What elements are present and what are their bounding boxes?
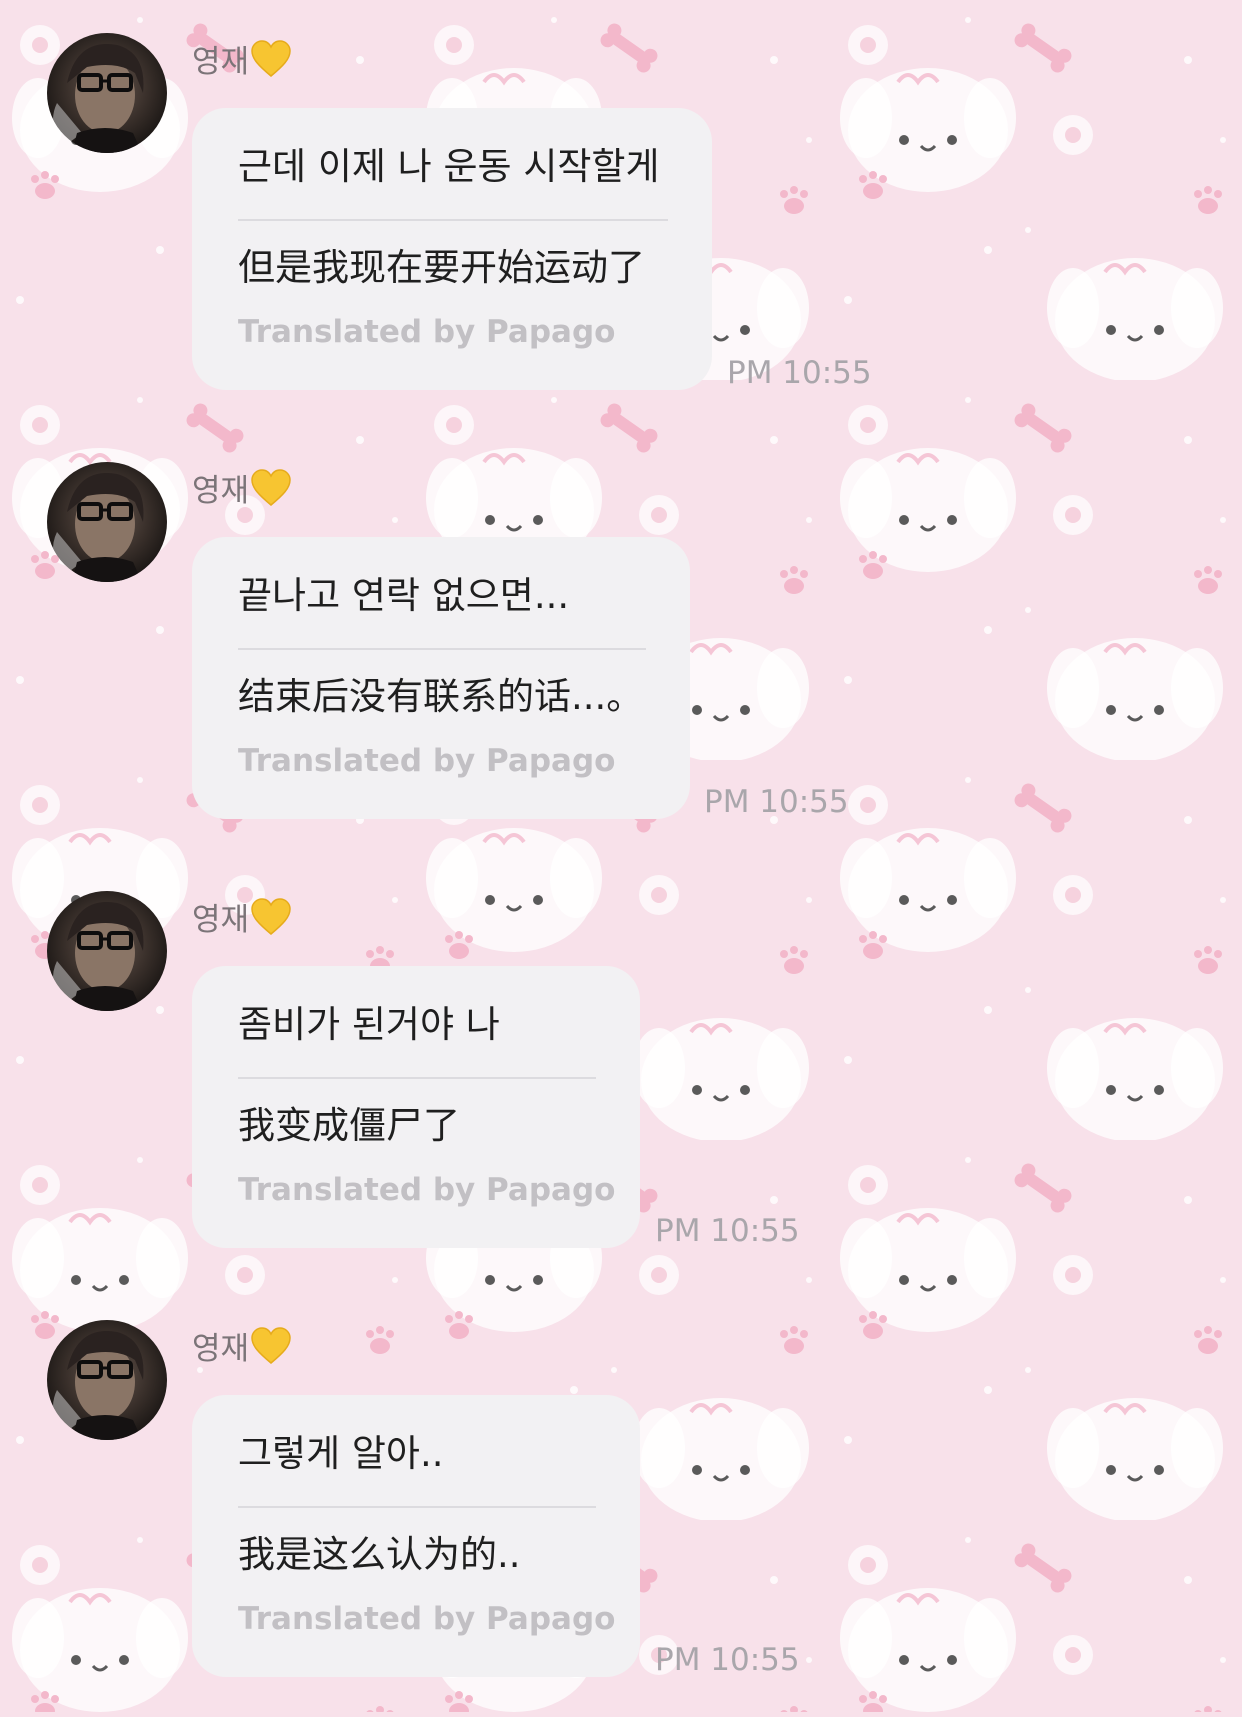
- avatar-photo: [53, 44, 144, 153]
- message-timestamp: PM 10:55: [704, 784, 849, 820]
- translation-divider: [238, 1506, 596, 1508]
- sender-name-text: 영재: [192, 44, 250, 80]
- message-bubble[interactable]: 근데 이제 나 운동 시작할게 但是我现在要开始运动了 Translated b…: [192, 108, 712, 390]
- translation-credit: Translated by Papago: [238, 1172, 616, 1208]
- sender-name-text: 영재: [192, 473, 250, 509]
- message-timestamp: PM 10:55: [727, 355, 872, 391]
- message-timestamp: PM 10:55: [655, 1642, 800, 1678]
- chat-message[interactable]: 영재 그렇게 알아.. 我是这么认为的.. Translated by Papa…: [0, 1287, 1242, 1717]
- avatar[interactable]: [47, 891, 167, 1011]
- avatar[interactable]: [47, 33, 167, 153]
- message-text: 끝나고 연락 없으면...: [238, 574, 570, 617]
- translation-divider: [238, 219, 668, 221]
- translation-divider: [238, 648, 646, 650]
- translation-divider: [238, 1077, 596, 1079]
- sender-name: 영재: [192, 40, 291, 82]
- chat-message[interactable]: 영재 근데 이제 나 운동 시작할게 但是我现在要开始运动了 Translate…: [0, 0, 1242, 430]
- yellow-heart-icon: [251, 469, 291, 506]
- message-bubble[interactable]: 끝나고 연락 없으면... 结束后没有联系的话...。 Translated b…: [192, 537, 690, 819]
- translated-text: 我变成僵尸了: [238, 1104, 460, 1147]
- translation-credit: Translated by Papago: [238, 314, 616, 350]
- sender-name: 영재: [192, 469, 291, 511]
- message-bubble[interactable]: 좀비가 된거야 나 我变成僵尸了 Translated by Papago: [192, 966, 640, 1248]
- sender-name-text: 영재: [192, 1331, 250, 1367]
- avatar-photo: [53, 902, 144, 1011]
- message-text: 그렇게 알아..: [238, 1432, 444, 1475]
- translated-text: 结束后没有联系的话...。: [238, 675, 644, 718]
- sender-name: 영재: [192, 1327, 291, 1369]
- translation-credit: Translated by Papago: [238, 743, 616, 779]
- avatar[interactable]: [47, 462, 167, 582]
- message-timestamp: PM 10:55: [655, 1213, 800, 1249]
- chat-message[interactable]: 영재 좀비가 된거야 나 我变成僵尸了 Translated by Papago…: [0, 858, 1242, 1288]
- message-text: 근데 이제 나 운동 시작할게: [238, 145, 660, 188]
- translated-text: 但是我现在要开始运动了: [238, 246, 645, 289]
- avatar-photo: [53, 473, 144, 582]
- message-text: 좀비가 된거야 나: [238, 1003, 500, 1046]
- avatar[interactable]: [47, 1320, 167, 1440]
- chat-message[interactable]: 영재 끝나고 연락 없으면... 结束后没有联系的话...。 Translate…: [0, 429, 1242, 859]
- yellow-heart-icon: [251, 40, 291, 77]
- message-bubble[interactable]: 그렇게 알아.. 我是这么认为的.. Translated by Papago: [192, 1395, 640, 1677]
- translated-text: 我是这么认为的..: [238, 1533, 521, 1576]
- sender-name-text: 영재: [192, 902, 250, 938]
- yellow-heart-icon: [251, 1327, 291, 1364]
- avatar-photo: [53, 1331, 144, 1440]
- translation-credit: Translated by Papago: [238, 1601, 616, 1637]
- sender-name: 영재: [192, 898, 291, 940]
- yellow-heart-icon: [251, 898, 291, 935]
